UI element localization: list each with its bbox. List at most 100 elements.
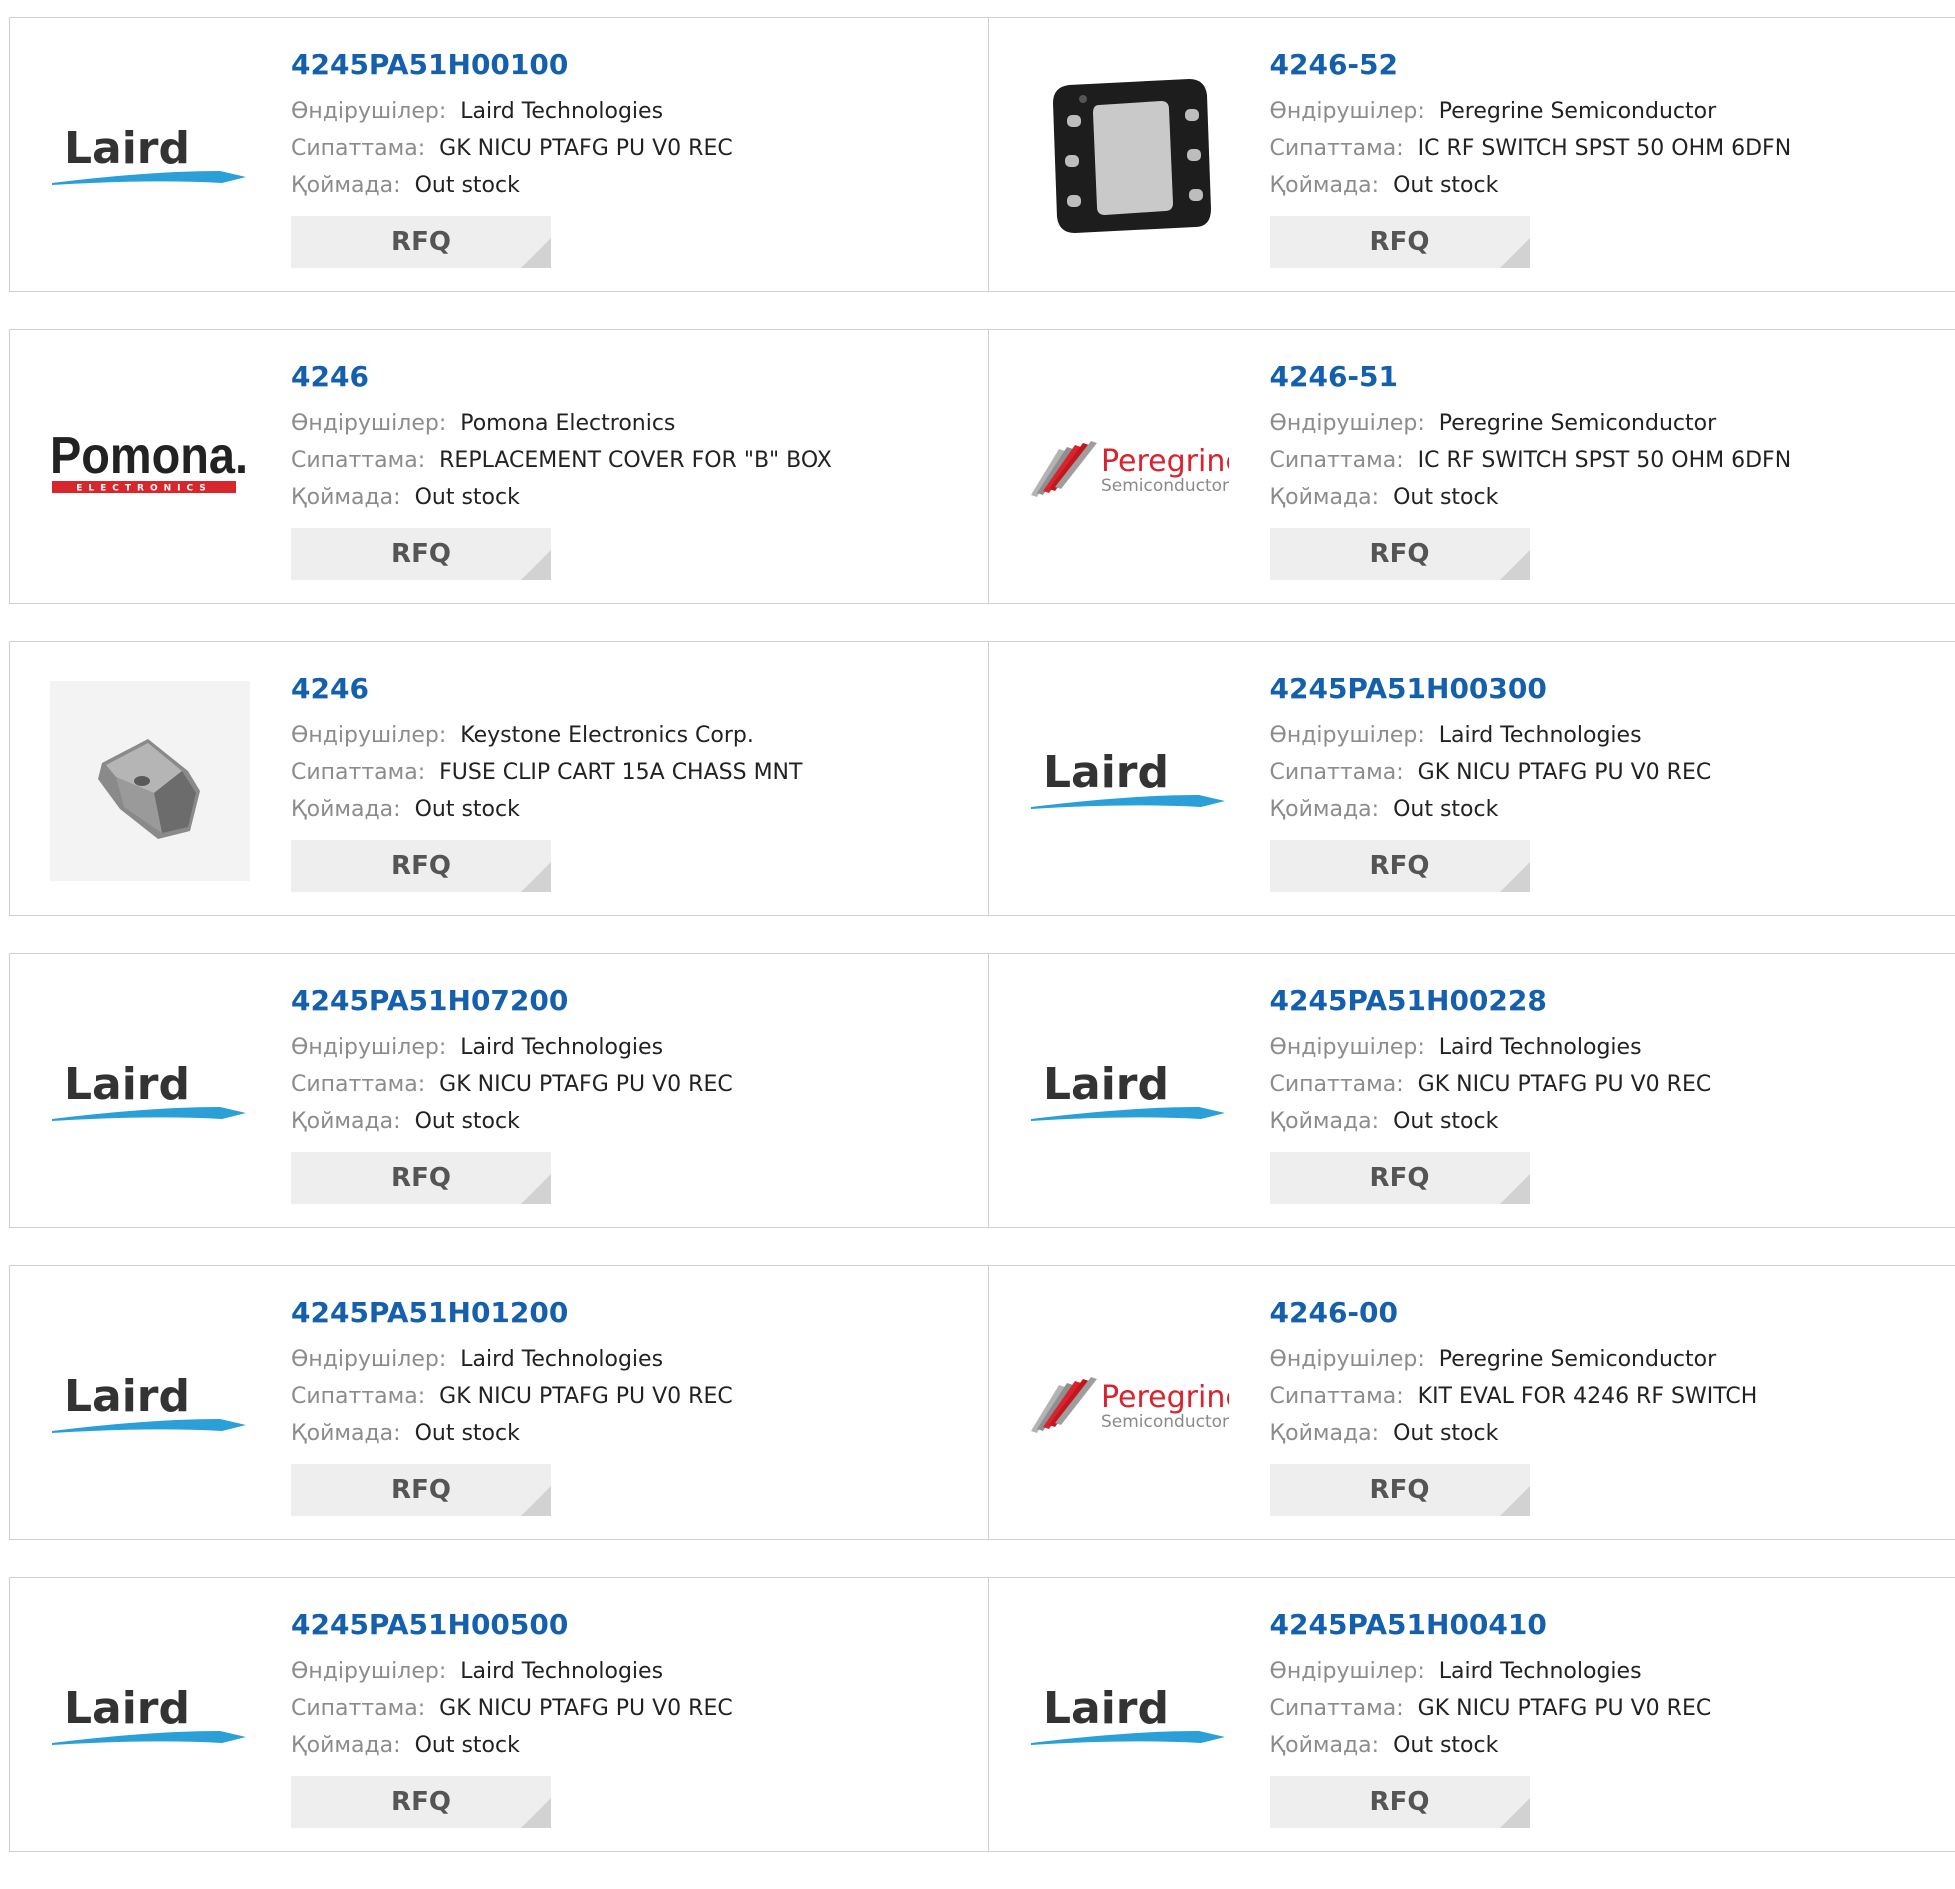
stock-label: Қоймада: (291, 1421, 401, 1446)
rfq-label: RFQ (1370, 1475, 1430, 1505)
part-number-link[interactable]: 4245PA51H01200 (291, 1295, 733, 1331)
part-number-link[interactable]: 4245PA51H00500 (291, 1607, 733, 1643)
rfq-label: RFQ (1370, 539, 1430, 569)
product-image[interactable]: Laird (1029, 1617, 1229, 1817)
description-row: Сипаттама:GK NICU PTAFG PU V0 REC (1270, 1690, 1712, 1727)
rfq-label: RFQ (391, 1163, 451, 1193)
manufacturer-row: Өндірушілер:Peregrine Semiconductor (1270, 405, 1792, 442)
manufacturer-label: Өндірушілер: (291, 1347, 446, 1372)
stock-label: Қоймада: (291, 485, 401, 510)
product-image[interactable]: Laird (50, 1617, 250, 1817)
manufacturer-row: Өндірушілер:Peregrine Semiconductor (1270, 93, 1792, 130)
rfq-button[interactable]: RFQ (1270, 528, 1530, 580)
peregrine-wing (1031, 1377, 1097, 1433)
manufacturer-value: Laird Technologies (460, 1035, 663, 1060)
product-info: 4246 Өндірушілер:Pomona Electronics Сипа… (291, 359, 832, 580)
part-number-link[interactable]: 4245PA51H00410 (1270, 1607, 1712, 1643)
rfq-button[interactable]: RFQ (291, 1152, 551, 1204)
part-number-link[interactable]: 4245PA51H00228 (1270, 983, 1712, 1019)
rfq-label: RFQ (391, 1475, 451, 1505)
pomona-wordmark: Pomona. (50, 429, 248, 485)
rfq-button[interactable]: RFQ (1270, 840, 1530, 892)
manufacturer-value: Laird Technologies (460, 99, 663, 124)
stock-label: Қоймада: (291, 1109, 401, 1134)
part-number-link[interactable]: 4246-52 (1270, 47, 1792, 83)
rfq-label: RFQ (1370, 1787, 1430, 1817)
rfq-button[interactable]: RFQ (1270, 216, 1530, 268)
description-label: Сипаттама: (291, 1072, 425, 1097)
laird-logo-icon: Laird (1029, 1677, 1229, 1757)
rfq-button[interactable]: RFQ (291, 528, 551, 580)
stock-row: Қоймада:Out stock (1270, 1103, 1712, 1140)
corner-fold-icon (1500, 550, 1530, 580)
description-row: Сипаттама:FUSE CLIP CART 15A CHASS MNT (291, 754, 802, 791)
product-row: Laird 4245PA51H00500 Өндірушілер:Laird T… (9, 1577, 1955, 1852)
product-image[interactable]: PeregrineSemiconductor (1029, 369, 1229, 569)
part-number-link[interactable]: 4246 (291, 359, 832, 395)
rfq-button[interactable]: RFQ (1270, 1776, 1530, 1828)
rfq-button[interactable]: RFQ (291, 1776, 551, 1828)
description-label: Сипаттама: (1270, 1384, 1404, 1409)
product-card: Laird 4245PA51H07200 Өндірушілер:Laird T… (10, 954, 988, 1227)
rfq-button[interactable]: RFQ (291, 840, 551, 892)
product-image[interactable]: PeregrineSemiconductor (1029, 1305, 1229, 1505)
stock-row: Қоймада:Out stock (291, 479, 832, 516)
description-value: GK NICU PTAFG PU V0 REC (439, 1072, 733, 1097)
corner-fold-icon (1500, 1174, 1530, 1204)
part-number-link[interactable]: 4245PA51H00300 (1270, 671, 1712, 707)
product-image[interactable]: Laird (50, 993, 250, 1193)
product-image[interactable] (1029, 57, 1229, 257)
product-image[interactable]: Laird (50, 57, 250, 257)
product-row: Pomona.ELECTRONICS 4246 Өндірушілер:Pomo… (9, 329, 1955, 604)
product-card: PeregrineSemiconductor 4246-51 Өндірушіл… (988, 330, 1955, 603)
description-row: Сипаттама: GK NICU PTAFG PU V0 REC (291, 1066, 733, 1103)
stock-value: Out stock (415, 1733, 520, 1758)
manufacturer-label: Өндірушілер: (1270, 1347, 1425, 1372)
laird-logo-icon: Laird (50, 117, 250, 197)
manufacturer-label: Өндірушілер: (1270, 411, 1425, 436)
product-image[interactable]: Laird (50, 1305, 250, 1505)
stock-row: Қоймада:Out stock (1270, 1415, 1758, 1452)
part-number-link[interactable]: 4246-51 (1270, 359, 1792, 395)
part-number-link[interactable]: 4246 (291, 671, 802, 707)
rfq-button[interactable]: RFQ (291, 216, 551, 268)
manufacturer-row: Өндірушілер:Laird Technologies (291, 1653, 733, 1690)
product-image[interactable]: Laird (1029, 681, 1229, 881)
product-row: Laird 4245PA51H01200 Өндірушілер:Laird T… (9, 1265, 1955, 1540)
corner-fold-icon (1500, 1798, 1530, 1828)
manufacturer-value: Laird Technologies (460, 1659, 663, 1684)
product-info: 4246 Өндірушілер:Keystone Electronics Co… (291, 671, 802, 892)
rfq-button[interactable]: RFQ (1270, 1152, 1530, 1204)
stock-row: Қоймада:Out stock (291, 1727, 733, 1764)
manufacturer-label: Өндірушілер: (291, 723, 446, 748)
manufacturer-row: Өндірушілер: Peregrine Semiconductor (1270, 1341, 1758, 1378)
stock-row: Қоймада:Out stock (1270, 791, 1712, 828)
manufacturer-label: Өндірушілер: (1270, 99, 1425, 124)
product-grid: Laird 4245PA51H00100 Өндірушілер:Laird T… (9, 17, 1955, 1889)
manufacturer-value: Pomona Electronics (460, 411, 675, 436)
description-label: Сипаттама: (291, 1384, 425, 1409)
rfq-label: RFQ (391, 851, 451, 881)
product-image[interactable]: Pomona.ELECTRONICS (50, 369, 250, 569)
description-value: IC RF SWITCH SPST 50 OHM 6DFN (1418, 136, 1792, 161)
part-number-link[interactable]: 4245PA51H00100 (291, 47, 733, 83)
part-number-link[interactable]: 4245PA51H07200 (291, 983, 733, 1019)
manufacturer-value: Peregrine Semiconductor (1439, 1347, 1716, 1372)
product-image[interactable]: Laird (1029, 993, 1229, 1193)
laird-wordmark: Laird (64, 1059, 190, 1110)
manufacturer-row: Өндірушілер:Laird Technologies (1270, 1029, 1712, 1066)
rfq-button[interactable]: RFQ (291, 1464, 551, 1516)
product-row: Laird 4245PA51H00100 Өндірушілер: Laird T… (9, 17, 1955, 292)
description-label: Сипаттама: (1270, 448, 1404, 473)
corner-fold-icon (1500, 238, 1530, 268)
stock-value: Out stock (415, 1421, 520, 1446)
product-image[interactable] (50, 681, 250, 881)
rfq-button[interactable]: RFQ (1270, 1464, 1530, 1516)
description-value: GK NICU PTAFG PU V0 REC (1418, 1072, 1712, 1097)
manufacturer-row: Өндірушілер:Keystone Electronics Corp. (291, 717, 802, 754)
dfn-chip-icon (1029, 57, 1229, 257)
corner-fold-icon (1500, 1486, 1530, 1516)
description-row: Сипаттама:IC RF SWITCH SPST 50 OHM 6DFN (1270, 130, 1792, 167)
part-number-link[interactable]: 4246-00 (1270, 1295, 1758, 1331)
laird-wordmark: Laird (1043, 747, 1169, 798)
